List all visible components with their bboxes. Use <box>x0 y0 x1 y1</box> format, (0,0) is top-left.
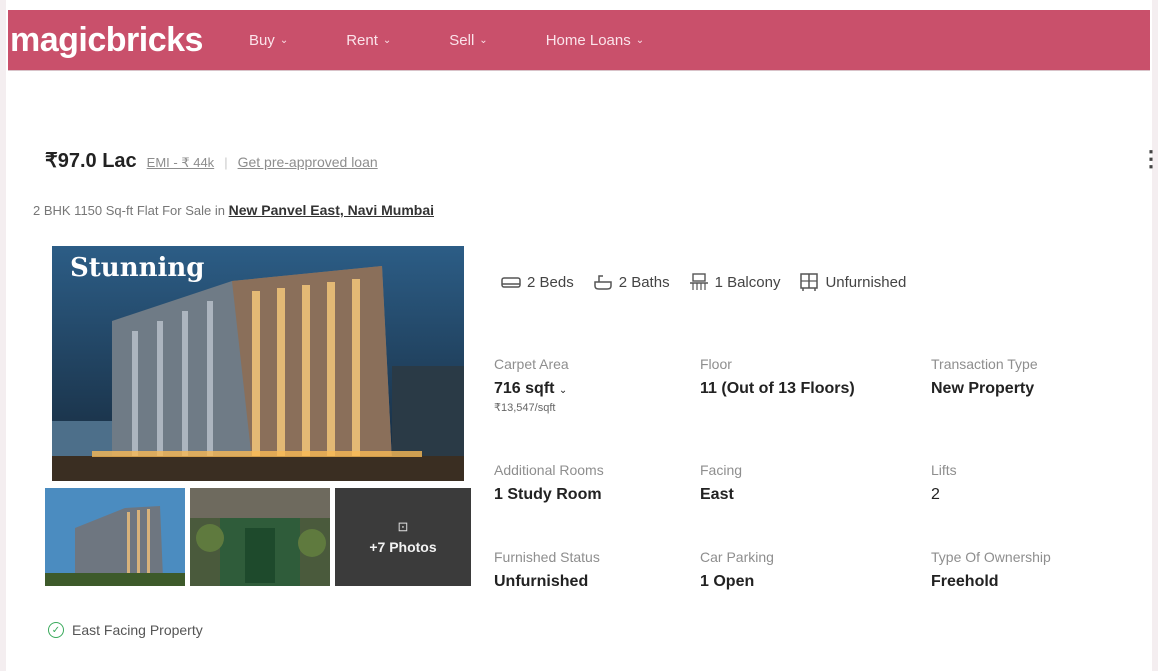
highlight-tag: ✓ East Facing Property <box>48 622 203 638</box>
more-photos-button[interactable]: ⊡ +7 Photos <box>335 488 471 586</box>
detail-facing: Facing East <box>700 462 742 504</box>
building-image: Stunning <box>52 246 464 481</box>
detail-furnished: Furnished Status Unfurnished <box>494 549 600 591</box>
detail-lifts: Lifts 2 <box>931 462 957 504</box>
carpet-area-label: Carpet Area <box>494 356 569 372</box>
chevron-down-icon: ⌄ <box>382 34 392 46</box>
transaction-value: New Property <box>931 380 1035 397</box>
logo[interactable]: magicbricks <box>10 21 203 60</box>
transaction-label: Transaction Type <box>931 356 1038 372</box>
carpet-area-value[interactable]: 716 sqft ⌄ <box>494 380 569 398</box>
amenity-balcony-label: 1 Balcony <box>714 273 781 291</box>
check-circle-icon: ✓ <box>48 622 64 638</box>
floor-value: 11 (Out of 13 Floors) <box>700 380 855 397</box>
furnished-label: Furnished Status <box>494 549 600 565</box>
nav-buy-label: Buy <box>248 31 275 49</box>
chevron-down-icon: ⌄ <box>558 385 568 396</box>
listing-subtitle: 2 BHK 1150 Sq-ft Flat For Sale in New Pa… <box>33 202 434 218</box>
price-row: ₹97.0 Lac EMI - ₹ 44k | Get pre-approved… <box>45 148 378 173</box>
page-frame-right <box>1152 0 1158 671</box>
amenity-furnishing-label: Unfurnished <box>825 273 907 291</box>
top-navigation-bar: magicbricks Buy ⌄ Rent ⌄ Sell ⌄ Home Loa… <box>8 10 1150 70</box>
chevron-down-icon: ⌄ <box>279 34 289 46</box>
parking-label: Car Parking <box>700 549 774 565</box>
lifts-value: 2 <box>931 486 940 503</box>
separator: | <box>224 155 228 170</box>
detail-additional-rooms: Additional Rooms 1 Study Room <box>494 462 604 504</box>
detail-carpet-area: Carpet Area 716 sqft ⌄ ₹13,547/sqft <box>494 356 569 414</box>
nav-home-loans[interactable]: Home Loans ⌄ <box>546 32 644 49</box>
detail-parking: Car Parking 1 Open <box>700 549 774 591</box>
facing-label: Facing <box>700 462 743 478</box>
bath-icon <box>592 273 614 291</box>
furniture-icon <box>798 273 820 291</box>
more-options-icon[interactable]: ⋮ <box>1140 146 1158 172</box>
amenity-baths: 2 Baths <box>592 273 670 291</box>
more-photos-label: +7 Photos <box>369 539 437 555</box>
listing-description: 2 BHK 1150 Sq-ft Flat For Sale in <box>33 203 225 218</box>
parking-value: 1 Open <box>700 573 755 590</box>
additional-rooms-value: 1 Study Room <box>494 486 602 503</box>
amenity-baths-label: 2 Baths <box>618 273 670 291</box>
photo-caption: Stunning <box>70 253 204 283</box>
highlight-label: East Facing Property <box>72 622 203 638</box>
thumbnail-building-image <box>45 488 185 586</box>
ownership-value: Freehold <box>931 573 999 590</box>
amenity-furnishing: Unfurnished <box>798 273 906 291</box>
floor-label: Floor <box>700 356 732 372</box>
lifts-label: Lifts <box>931 462 957 478</box>
chevron-down-icon: ⌄ <box>635 34 645 46</box>
amenity-balcony: 1 Balcony <box>688 273 781 291</box>
thumbnail-1[interactable] <box>45 488 185 586</box>
main-property-photo[interactable]: Stunning <box>52 246 464 481</box>
nav-buy[interactable]: Buy ⌄ <box>249 32 288 49</box>
nav-home-loans-label: Home Loans <box>545 31 631 49</box>
header-divider <box>8 70 1150 71</box>
ownership-label: Type Of Ownership <box>931 549 1051 565</box>
price-per-sqft: ₹13,547/sqft <box>494 402 556 414</box>
chevron-down-icon: ⌄ <box>479 34 488 46</box>
gallery-icon: ⊡ <box>397 519 409 534</box>
detail-transaction: Transaction Type New Property <box>931 356 1038 398</box>
nav-rent[interactable]: Rent ⌄ <box>346 32 391 49</box>
facing-value: East <box>700 486 734 503</box>
thumbnail-garden-image <box>190 488 330 586</box>
detail-ownership: Type Of Ownership Freehold <box>931 549 1051 591</box>
emi-link[interactable]: EMI - ₹ 44k <box>147 155 215 171</box>
furnished-value: Unfurnished <box>494 573 589 590</box>
thumbnail-2[interactable] <box>190 488 330 586</box>
detail-floor: Floor 11 (Out of 13 Floors) <box>700 356 855 398</box>
page-frame-left <box>0 0 6 671</box>
listing-price: ₹97.0 Lac <box>45 150 137 172</box>
bed-icon <box>500 273 522 291</box>
amenity-beds-label: 2 Beds <box>527 273 574 291</box>
amenities-row: 2 Beds 2 Baths 1 Balcony Unfurnished <box>500 273 906 291</box>
carpet-area-text: 716 sqft <box>494 380 555 397</box>
locality-link[interactable]: New Panvel East, Navi Mumbai <box>229 202 434 218</box>
amenity-beds: 2 Beds <box>500 273 574 291</box>
nav-rent-label: Rent <box>346 31 378 49</box>
preapproved-loan-link[interactable]: Get pre-approved loan <box>238 154 378 170</box>
nav-sell[interactable]: Sell ⌄ <box>449 32 487 49</box>
balcony-icon <box>688 273 710 291</box>
additional-rooms-label: Additional Rooms <box>494 462 604 478</box>
nav-sell-label: Sell <box>449 31 475 49</box>
